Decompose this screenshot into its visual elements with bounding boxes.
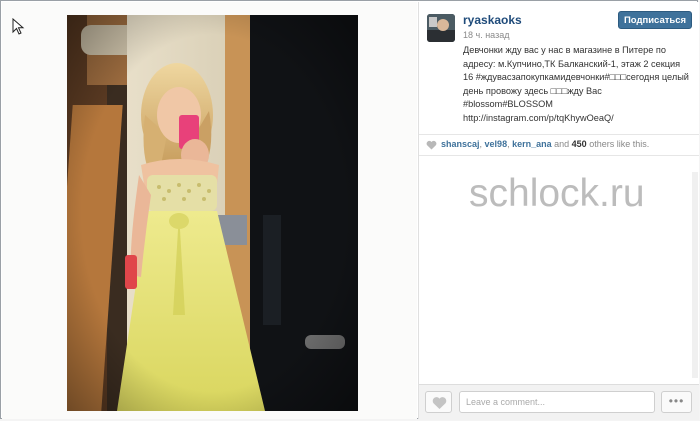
likes-and-text: and bbox=[551, 139, 572, 149]
mouse-cursor-icon bbox=[12, 18, 25, 35]
liker-link[interactable]: shanscaj bbox=[441, 139, 480, 149]
more-dots-icon: ••• bbox=[668, 394, 685, 408]
comment-input[interactable] bbox=[459, 391, 655, 413]
liker-link[interactable]: kern_ana bbox=[512, 139, 552, 149]
divider bbox=[419, 134, 699, 135]
post-photo[interactable] bbox=[67, 15, 358, 411]
likes-others-text: others like this. bbox=[586, 139, 650, 149]
photo-pane bbox=[2, 2, 417, 419]
more-options-button[interactable]: ••• bbox=[661, 391, 692, 413]
post-details: ryaskaoks 18 ч. назад Подписаться Девчон… bbox=[418, 2, 699, 420]
likes-count[interactable]: 450 bbox=[572, 139, 587, 149]
heart-icon bbox=[426, 140, 437, 150]
avatar[interactable] bbox=[427, 14, 455, 42]
heart-icon bbox=[432, 397, 447, 409]
liker-link[interactable]: vel98 bbox=[485, 139, 508, 149]
post-caption: Девчонки жду вас у нас в магазине в Пите… bbox=[463, 45, 689, 123]
like-button[interactable] bbox=[425, 391, 452, 413]
watermark: schlock.ru bbox=[469, 172, 645, 215]
username-link[interactable]: ryaskaoks bbox=[463, 13, 522, 27]
window-frame: ryaskaoks 18 ч. назад Подписаться Девчон… bbox=[0, 0, 699, 420]
mirror-selfie-image bbox=[67, 15, 358, 411]
likes-summary: shanscaj, vel98, kern_ana and 450 others… bbox=[426, 139, 649, 150]
scrollbar[interactable] bbox=[692, 172, 698, 378]
subscribe-button[interactable]: Подписаться bbox=[618, 11, 692, 29]
comment-bar: ••• bbox=[419, 384, 699, 420]
post-timestamp: 18 ч. назад bbox=[463, 30, 510, 40]
